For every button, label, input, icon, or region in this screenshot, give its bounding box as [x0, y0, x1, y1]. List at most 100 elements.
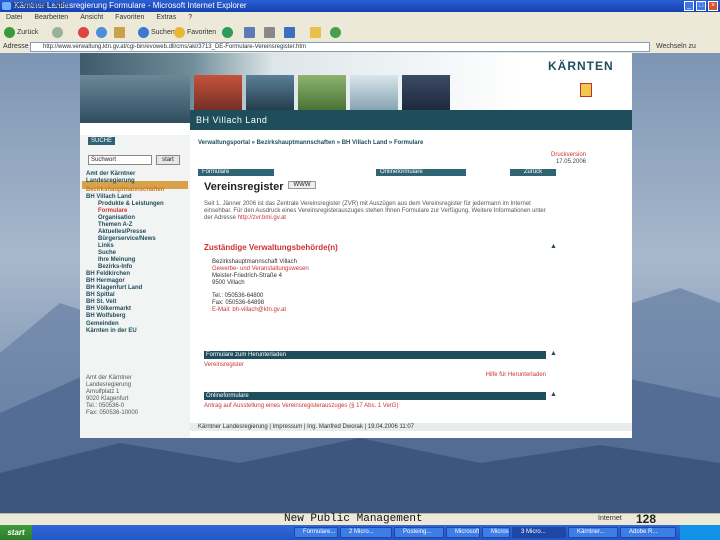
forward-button[interactable]: [52, 26, 65, 39]
authority-city: 9500 Villach: [212, 280, 245, 286]
scroll-top-arrow-icon[interactable]: ▲: [550, 391, 557, 398]
menu-datei[interactable]: Datei: [0, 12, 28, 24]
taskbar-task-button[interactable]: 3 Micro...: [512, 527, 566, 538]
nav-item[interactable]: Suche: [98, 250, 116, 257]
office-address: Amt der Kärntner Landesregierung Arnulfp…: [86, 375, 139, 416]
favorites-star-icon: [174, 26, 185, 38]
minimize-button[interactable]: _: [684, 1, 694, 11]
menu-extras[interactable]: Extras: [150, 12, 182, 24]
lake-photo: [80, 75, 190, 123]
nav-item[interactable]: BH Völkermarkt: [86, 306, 131, 313]
online-section-header: Onlineformulare: [204, 392, 546, 400]
nav-item[interactable]: BH Spittal: [86, 292, 115, 299]
breadcrumb[interactable]: Verwaltungsportal » Bezirkshauptmannscha…: [198, 140, 423, 146]
nav-item[interactable]: Amt der Kärntner: [86, 171, 135, 178]
system-tray: [680, 525, 720, 540]
address-input[interactable]: http://www.verwaltung.ktn.gv.at/cgi-bin/…: [30, 42, 650, 52]
print-version-link[interactable]: Druckversion: [506, 152, 586, 159]
search-start-button[interactable]: start: [156, 155, 180, 165]
print-button[interactable]: [264, 26, 277, 39]
carinthia-logo[interactable]: KÄRNTEN: [548, 59, 614, 73]
taskbar-task-button[interactable]: Microsoft...: [482, 527, 510, 538]
mail-button[interactable]: [244, 26, 257, 39]
messenger-icon: [330, 26, 341, 38]
authority-phone: Tel.: 050536-64800: [212, 293, 264, 299]
nav-item[interactable]: Produkte & Leistungen: [98, 201, 164, 208]
menu-bearbeiten[interactable]: Bearbeiten: [28, 12, 74, 24]
print-icon: [264, 26, 275, 38]
authority-fax: Fax: 050536-64898: [212, 300, 265, 306]
media-button[interactable]: [222, 26, 235, 39]
refresh-button[interactable]: [96, 26, 109, 39]
search-input[interactable]: Suchwort: [88, 155, 152, 165]
nav-item[interactable]: Kärnten in der EU: [86, 328, 137, 335]
ie-app-icon: [2, 2, 11, 10]
menu-favoriten[interactable]: Favoriten: [109, 12, 150, 24]
taskbar-task-button[interactable]: Formulare...: [294, 527, 338, 538]
nav-item[interactable]: BH Wolfsberg: [86, 313, 126, 320]
nav-item[interactable]: BH Feldkirchen: [86, 271, 130, 278]
nav-item[interactable]: Landesregierung: [86, 178, 135, 185]
taskbar-task-button[interactable]: Adobe R...: [620, 527, 676, 538]
menu-ansicht[interactable]: Ansicht: [74, 12, 109, 24]
nav-item[interactable]: BH Klagenfurt Land: [86, 285, 142, 292]
back-button[interactable]: Zurück: [4, 26, 38, 39]
back-link-button[interactable]: Zurück: [510, 169, 556, 176]
slide-number: 128: [636, 512, 657, 526]
tab-onlineformulare[interactable]: Onlineformulare: [376, 169, 466, 176]
intro-link[interactable]: http://zvr.bmi.gv.at: [238, 215, 286, 221]
website-page: KÄRNTEN BH Villach Land SUCHE Suchwort s…: [80, 53, 632, 438]
edit-icon: [284, 26, 295, 38]
menu-help[interactable]: ?: [182, 12, 198, 24]
nav-item[interactable]: Bezirks-Info: [98, 264, 132, 271]
window-title-bar[interactable]: Kärntner Landesregierung Formulare - Mic…: [0, 0, 720, 12]
nav-item[interactable]: BH Hermagor: [86, 278, 125, 285]
nav-item[interactable]: Bürgerservice/News: [98, 236, 156, 243]
nav-item[interactable]: Formulare: [98, 208, 127, 215]
close-button[interactable]: ×: [708, 1, 718, 11]
address-label: Adresse: [3, 43, 29, 50]
village-photo: [298, 75, 346, 115]
nav-item[interactable]: Organisation: [98, 215, 135, 222]
scroll-top-arrow-icon[interactable]: ▲: [550, 243, 557, 250]
maximize-button[interactable]: □: [696, 1, 706, 11]
page-heading: Vereinsregister: [204, 181, 284, 193]
favorites-button[interactable]: Favoriten: [174, 26, 216, 39]
boat-photo: [246, 75, 294, 115]
taskbar-task-button[interactable]: Posteing...: [394, 527, 444, 538]
home-icon: [114, 26, 125, 38]
nav-item[interactable]: Bezirkshauptmannschaften: [86, 187, 164, 194]
download-help-link[interactable]: Hilfe für Herunterladen: [204, 371, 546, 379]
mail-icon: [244, 26, 255, 38]
search-icon: [138, 26, 149, 38]
edit-button[interactable]: [284, 26, 297, 39]
nav-item[interactable]: Links: [98, 243, 114, 250]
home-button[interactable]: [114, 26, 127, 39]
tab-formulare[interactable]: Formulare: [198, 169, 274, 176]
search-button[interactable]: Suchen: [138, 26, 175, 39]
castle-photo: [194, 75, 242, 115]
www-badge[interactable]: WWW: [288, 181, 316, 189]
nav-item[interactable]: BH Villach Land: [86, 194, 132, 201]
go-button[interactable]: Wechseln zu: [656, 42, 696, 52]
nav-item[interactable]: Ihre Meinung: [98, 257, 135, 264]
taskbar-task-button[interactable]: Kärntner...: [568, 527, 618, 538]
page-footer: Kärntner Landesregierung | Impressum | I…: [190, 423, 632, 431]
messenger-button[interactable]: [330, 26, 343, 39]
download-item-link[interactable]: Vereinsregister: [204, 361, 546, 369]
stop-icon: [78, 26, 89, 38]
nav-item[interactable]: Themen A-Z: [98, 222, 132, 229]
authority-department[interactable]: Gewerbe- und Veranstaltungswesen: [212, 266, 309, 273]
search-header: SUCHE: [88, 137, 116, 145]
print-version-box: Druckversion 17.05.2006: [506, 152, 586, 166]
folder-button[interactable]: [310, 26, 323, 39]
taskbar-task-button[interactable]: 2 Micro...: [340, 527, 392, 538]
nav-item[interactable]: BH St. Veit: [86, 299, 116, 306]
scroll-top-arrow-icon[interactable]: ▲: [550, 350, 557, 357]
start-button[interactable]: start: [0, 525, 32, 540]
online-form-link[interactable]: Antrag auf Ausstellung eines Vereinsregi…: [204, 402, 546, 410]
taskbar-task-button[interactable]: Microsoft...: [446, 527, 480, 538]
stop-button[interactable]: [78, 26, 91, 39]
nav-item[interactable]: Gemeinden: [86, 321, 119, 328]
nav-item[interactable]: Aktuelles/Presse: [98, 229, 146, 236]
